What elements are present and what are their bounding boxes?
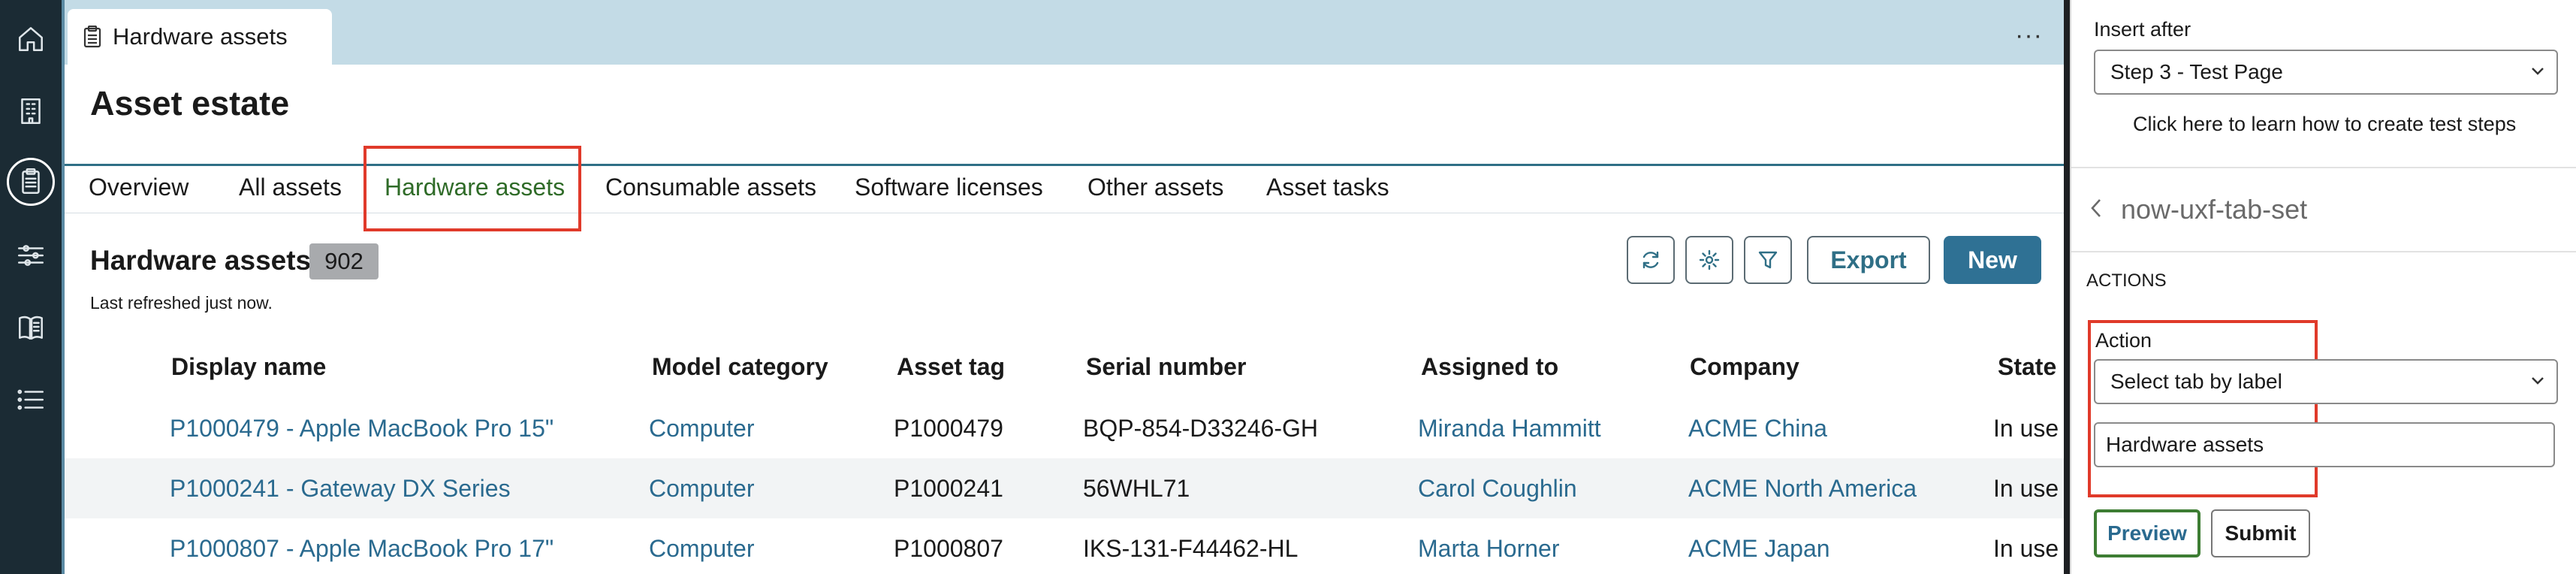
clipboard-icon[interactable]	[7, 158, 55, 206]
model-category-link[interactable]: Computer	[649, 475, 755, 503]
tab-software-licenses[interactable]: Software licenses	[855, 174, 1043, 201]
asset-tag-cell: P1000807	[894, 535, 1003, 562]
insert-after-value: Step 3 - Test Page	[2110, 60, 2283, 83]
action-select[interactable]: Select tab by label	[2094, 359, 2558, 404]
action-label: Action	[2095, 329, 2152, 352]
building-icon[interactable]	[7, 87, 55, 135]
main-content: Hardware assets ··· Asset estate Overvie…	[62, 0, 2064, 574]
display-name-link[interactable]: P1000241 - Gateway DX Series	[170, 475, 511, 503]
tab-consumable-assets[interactable]: Consumable assets	[605, 174, 816, 201]
back-chevron-icon[interactable]	[2089, 197, 2104, 223]
model-category-link[interactable]: Computer	[649, 415, 755, 443]
chevron-down-icon	[2529, 370, 2546, 394]
state-cell: In use	[1993, 535, 2059, 562]
panel-divider[interactable]	[2064, 0, 2070, 574]
asset-tag-cell: P1000241	[894, 475, 1003, 502]
action-value: Select tab by label	[2110, 370, 2282, 393]
column-header-company[interactable]: Company	[1690, 353, 1799, 381]
assigned-to-link[interactable]: Miranda Hammitt	[1418, 415, 1601, 443]
refresh-button[interactable]	[1627, 236, 1675, 284]
test-step-config-panel: Insert after Step 3 - Test Page Click he…	[2070, 0, 2576, 574]
book-icon[interactable]	[7, 304, 55, 352]
workspace-tabstrip: Hardware assets ···	[65, 0, 2064, 65]
refresh-icon	[1642, 251, 1659, 269]
table-row: P1000807 - Apple MacBook Pro 17" Compute…	[65, 518, 2064, 574]
divider	[2071, 251, 2576, 252]
company-link[interactable]: ACME Japan	[1688, 535, 1830, 563]
new-button[interactable]: New	[1944, 236, 2041, 284]
submit-button[interactable]: Submit	[2211, 509, 2310, 557]
workspace-tab-hardware-assets[interactable]: Hardware assets	[68, 9, 332, 65]
column-header-model-category[interactable]: Model category	[652, 353, 828, 381]
left-rail	[0, 0, 62, 574]
assigned-to-link[interactable]: Carol Coughlin	[1418, 475, 1577, 503]
state-cell: In use	[1993, 475, 2059, 502]
highlight-box-tab	[363, 146, 581, 231]
column-header-serial-number[interactable]: Serial number	[1086, 353, 1246, 381]
state-cell: In use	[1993, 415, 2059, 442]
tab-asset-tasks[interactable]: Asset tasks	[1266, 174, 1389, 201]
company-link[interactable]: ACME China	[1688, 415, 1827, 443]
list-title: Hardware assets	[90, 245, 312, 276]
serial-number-cell: 56WHL71	[1083, 475, 1190, 502]
asset-tag-cell: P1000479	[894, 415, 1003, 442]
table-row: P1000241 - Gateway DX Series Computer P1…	[65, 458, 2064, 518]
column-header-state[interactable]: State	[1998, 353, 2056, 381]
display-name-link[interactable]: P1000807 - Apple MacBook Pro 17"	[170, 535, 554, 563]
preview-button[interactable]: Preview	[2094, 509, 2200, 557]
serial-number-cell: IKS-131-F44462-HL	[1083, 535, 1299, 562]
page-title: Asset estate	[90, 84, 290, 122]
list-icon[interactable]	[7, 376, 55, 424]
tab-label-input[interactable]: Hardware assets	[2094, 422, 2555, 467]
component-name: now-uxf-tab-set	[2121, 194, 2308, 225]
workspace-tab-label: Hardware assets	[113, 23, 288, 50]
export-button[interactable]: Export	[1807, 236, 1930, 284]
last-refreshed-text: Last refreshed just now.	[90, 293, 273, 313]
filter-icon	[1758, 251, 1778, 269]
tab-other-assets[interactable]: Other assets	[1087, 174, 1223, 201]
sliders-icon[interactable]	[7, 231, 55, 279]
column-header-asset-tag[interactable]: Asset tag	[897, 353, 1005, 381]
column-header-display-name[interactable]: Display name	[171, 353, 326, 381]
more-options-icon[interactable]: ···	[2015, 21, 2043, 50]
tab-label-value: Hardware assets	[2106, 433, 2264, 456]
home-icon[interactable]	[7, 15, 55, 63]
serial-number-cell: BQP-854-D33246-GH	[1083, 415, 1319, 442]
chevron-down-icon	[2529, 60, 2546, 84]
actions-heading: ACTIONS	[2086, 270, 2167, 291]
filter-button[interactable]	[1744, 236, 1792, 284]
divider	[2071, 167, 2576, 168]
company-link[interactable]: ACME North America	[1688, 475, 1917, 503]
tab-overview[interactable]: Overview	[89, 174, 189, 201]
insert-after-label: Insert after	[2094, 18, 2191, 41]
display-name-link[interactable]: P1000479 - Apple MacBook Pro 15"	[170, 415, 554, 443]
learn-test-steps-link[interactable]: Click here to learn how to create test s…	[2133, 113, 2516, 136]
tab-all-assets[interactable]: All assets	[239, 174, 342, 201]
record-count-badge: 902	[309, 243, 379, 279]
insert-after-select[interactable]: Step 3 - Test Page	[2094, 50, 2558, 95]
settings-button[interactable]	[1685, 236, 1733, 284]
assigned-to-link[interactable]: Marta Horner	[1418, 535, 1560, 563]
table-row: P1000479 - Apple MacBook Pro 15" Compute…	[65, 398, 2064, 458]
model-category-link[interactable]: Computer	[649, 535, 755, 563]
gear-icon	[1699, 249, 1720, 270]
column-header-assigned-to[interactable]: Assigned to	[1421, 353, 1558, 381]
clipboard-icon	[83, 26, 101, 48]
